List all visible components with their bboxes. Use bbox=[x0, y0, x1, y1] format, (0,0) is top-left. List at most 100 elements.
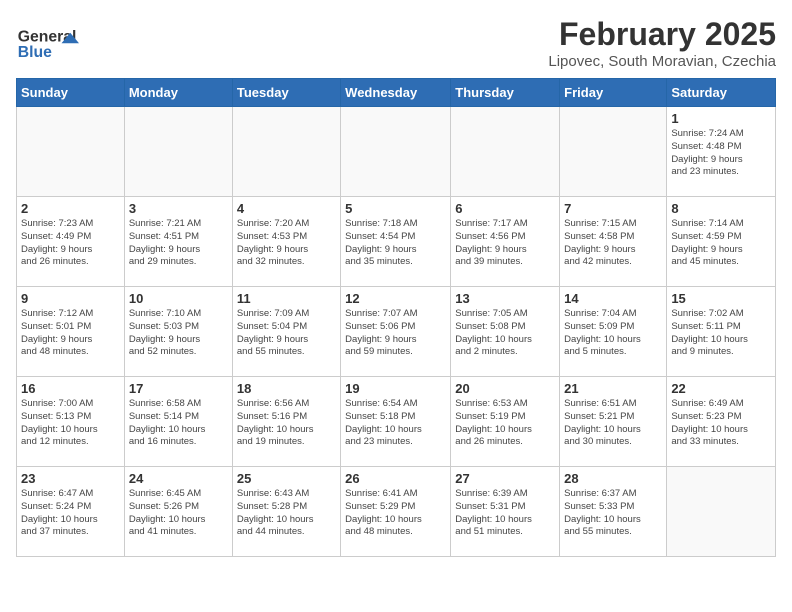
calendar-cell bbox=[341, 107, 451, 197]
day-info: Sunrise: 7:18 AM Sunset: 4:54 PM Dayligh… bbox=[345, 218, 446, 269]
calendar-cell: 14 Sunrise: 7:04 AM Sunset: 5:09 PM Dayli… bbox=[560, 287, 667, 377]
day-info: Sunrise: 6:51 AM Sunset: 5:21 PM Dayligh… bbox=[564, 398, 662, 449]
day-number: 5 bbox=[345, 201, 446, 216]
calendar-cell: 5 Sunrise: 7:18 AM Sunset: 4:54 PM Daylig… bbox=[341, 197, 451, 287]
day-number: 3 bbox=[129, 201, 228, 216]
calendar-cell: 7Sunrise: 7:15 AM Sunset: 4:58 PM Daylig… bbox=[560, 197, 667, 287]
title-block: February 2025 Lipovec, South Moravian, C… bbox=[548, 16, 776, 70]
weekday-header-tuesday: Tuesday bbox=[232, 79, 340, 107]
logo-svg: General Blue bbox=[16, 16, 86, 66]
day-number: 21 bbox=[564, 381, 662, 396]
calendar-cell bbox=[451, 107, 560, 197]
calendar-cell: 28 Sunrise: 6:37 AM Sunset: 5:33 PM Dayli… bbox=[560, 467, 667, 557]
day-number: 20 bbox=[455, 381, 555, 396]
day-info: Sunrise: 7:04 AM Sunset: 5:09 PM Dayligh… bbox=[564, 308, 662, 359]
calendar-cell: 25 Sunrise: 6:43 AM Sunset: 5:28 PM Dayli… bbox=[232, 467, 340, 557]
logo: General Blue bbox=[16, 16, 86, 66]
day-info: Sunrise: 6:37 AM Sunset: 5:33 PM Dayligh… bbox=[564, 488, 662, 539]
calendar-cell: 2 Sunrise: 7:23 AM Sunset: 4:49 PM Daylig… bbox=[17, 197, 125, 287]
day-info: Sunrise: 7:02 AM Sunset: 5:11 PM Dayligh… bbox=[671, 308, 771, 359]
day-info: Sunrise: 6:43 AM Sunset: 5:28 PM Dayligh… bbox=[237, 488, 336, 539]
calendar-week-row: 23 Sunrise: 6:47 AM Sunset: 5:24 PM Dayli… bbox=[17, 467, 776, 557]
calendar-cell bbox=[232, 107, 340, 197]
calendar-cell bbox=[17, 107, 125, 197]
day-number: 8 bbox=[671, 201, 771, 216]
day-info: Sunrise: 6:47 AM Sunset: 5:24 PM Dayligh… bbox=[21, 488, 120, 539]
calendar-cell: 3 Sunrise: 7:21 AM Sunset: 4:51 PM Daylig… bbox=[124, 197, 232, 287]
calendar-cell: 18 Sunrise: 6:56 AM Sunset: 5:16 PM Dayli… bbox=[232, 377, 340, 467]
calendar-title: February 2025 bbox=[548, 16, 776, 53]
calendar-cell bbox=[124, 107, 232, 197]
day-number: 4 bbox=[237, 201, 336, 216]
day-info: Sunrise: 7:12 AM Sunset: 5:01 PM Dayligh… bbox=[21, 308, 120, 359]
day-info: Sunrise: 7:10 AM Sunset: 5:03 PM Dayligh… bbox=[129, 308, 228, 359]
day-number: 6 bbox=[455, 201, 555, 216]
calendar-cell: 13 Sunrise: 7:05 AM Sunset: 5:08 PM Dayli… bbox=[451, 287, 560, 377]
day-number: 28 bbox=[564, 471, 662, 486]
day-info: Sunrise: 7:20 AM Sunset: 4:53 PM Dayligh… bbox=[237, 218, 336, 269]
calendar-table: SundayMondayTuesdayWednesdayThursdayFrid… bbox=[16, 78, 776, 557]
day-info: Sunrise: 7:05 AM Sunset: 5:08 PM Dayligh… bbox=[455, 308, 555, 359]
day-info: Sunrise: 7:09 AM Sunset: 5:04 PM Dayligh… bbox=[237, 308, 336, 359]
weekday-header-saturday: Saturday bbox=[667, 79, 776, 107]
day-number: 22 bbox=[671, 381, 771, 396]
calendar-cell: 24 Sunrise: 6:45 AM Sunset: 5:26 PM Dayli… bbox=[124, 467, 232, 557]
weekday-header-monday: Monday bbox=[124, 79, 232, 107]
day-number: 10 bbox=[129, 291, 228, 306]
calendar-cell: 21 Sunrise: 6:51 AM Sunset: 5:21 PM Dayli… bbox=[560, 377, 667, 467]
day-info: Sunrise: 6:49 AM Sunset: 5:23 PM Dayligh… bbox=[671, 398, 771, 449]
weekday-header-friday: Friday bbox=[560, 79, 667, 107]
calendar-cell: 17Sunrise: 6:58 AM Sunset: 5:14 PM Dayli… bbox=[124, 377, 232, 467]
day-number: 13 bbox=[455, 291, 555, 306]
calendar-cell: 1 Sunrise: 7:24 AM Sunset: 4:48 PM Daylig… bbox=[667, 107, 776, 197]
calendar-subtitle: Lipovec, South Moravian, Czechia bbox=[548, 53, 776, 70]
calendar-week-row: 16 Sunrise: 7:00 AM Sunset: 5:13 PM Dayli… bbox=[17, 377, 776, 467]
day-number: 16 bbox=[21, 381, 120, 396]
calendar-week-row: 2 Sunrise: 7:23 AM Sunset: 4:49 PM Daylig… bbox=[17, 197, 776, 287]
day-number: 18 bbox=[237, 381, 336, 396]
day-number: 9 bbox=[21, 291, 120, 306]
calendar-cell: 10 Sunrise: 7:10 AM Sunset: 5:03 PM Dayli… bbox=[124, 287, 232, 377]
day-info: Sunrise: 6:41 AM Sunset: 5:29 PM Dayligh… bbox=[345, 488, 446, 539]
calendar-cell: 4 Sunrise: 7:20 AM Sunset: 4:53 PM Daylig… bbox=[232, 197, 340, 287]
calendar-cell: 12 Sunrise: 7:07 AM Sunset: 5:06 PM Dayli… bbox=[341, 287, 451, 377]
day-number: 26 bbox=[345, 471, 446, 486]
day-number: 2 bbox=[21, 201, 120, 216]
calendar-cell bbox=[667, 467, 776, 557]
weekday-header-sunday: Sunday bbox=[17, 79, 125, 107]
calendar-cell: 19 Sunrise: 6:54 AM Sunset: 5:18 PM Dayli… bbox=[341, 377, 451, 467]
day-number: 12 bbox=[345, 291, 446, 306]
weekday-header-row: SundayMondayTuesdayWednesdayThursdayFrid… bbox=[17, 79, 776, 107]
day-number: 25 bbox=[237, 471, 336, 486]
day-info: Sunrise: 7:00 AM Sunset: 5:13 PM Dayligh… bbox=[21, 398, 120, 449]
day-number: 1 bbox=[671, 111, 771, 126]
calendar-cell: 6 Sunrise: 7:17 AM Sunset: 4:56 PM Daylig… bbox=[451, 197, 560, 287]
day-number: 17 bbox=[129, 381, 228, 396]
day-info: Sunrise: 6:54 AM Sunset: 5:18 PM Dayligh… bbox=[345, 398, 446, 449]
calendar-cell: 26 Sunrise: 6:41 AM Sunset: 5:29 PM Dayli… bbox=[341, 467, 451, 557]
calendar-cell bbox=[560, 107, 667, 197]
svg-text:Blue: Blue bbox=[18, 44, 52, 61]
calendar-cell: 9 Sunrise: 7:12 AM Sunset: 5:01 PM Daylig… bbox=[17, 287, 125, 377]
day-info: Sunrise: 6:45 AM Sunset: 5:26 PM Dayligh… bbox=[129, 488, 228, 539]
day-number: 15 bbox=[671, 291, 771, 306]
day-info: Sunrise: 7:14 AM Sunset: 4:59 PM Dayligh… bbox=[671, 218, 771, 269]
calendar-cell: 16 Sunrise: 7:00 AM Sunset: 5:13 PM Dayli… bbox=[17, 377, 125, 467]
weekday-header-wednesday: Wednesday bbox=[341, 79, 451, 107]
day-info: Sunrise: 7:24 AM Sunset: 4:48 PM Dayligh… bbox=[671, 128, 771, 179]
calendar-cell: 15 Sunrise: 7:02 AM Sunset: 5:11 PM Dayli… bbox=[667, 287, 776, 377]
day-number: 23 bbox=[21, 471, 120, 486]
day-number: 27 bbox=[455, 471, 555, 486]
day-info: Sunrise: 6:53 AM Sunset: 5:19 PM Dayligh… bbox=[455, 398, 555, 449]
day-number: 19 bbox=[345, 381, 446, 396]
calendar-week-row: 1 Sunrise: 7:24 AM Sunset: 4:48 PM Daylig… bbox=[17, 107, 776, 197]
day-number: 11 bbox=[237, 291, 336, 306]
day-number: 24 bbox=[129, 471, 228, 486]
day-info: Sunrise: 7:17 AM Sunset: 4:56 PM Dayligh… bbox=[455, 218, 555, 269]
day-number: 14 bbox=[564, 291, 662, 306]
page-header: General Blue February 2025 Lipovec, Sout… bbox=[16, 16, 776, 70]
day-info: Sunrise: 6:56 AM Sunset: 5:16 PM Dayligh… bbox=[237, 398, 336, 449]
day-info: Sunrise: 7:07 AM Sunset: 5:06 PM Dayligh… bbox=[345, 308, 446, 359]
day-info: Sunrise: 7:23 AM Sunset: 4:49 PM Dayligh… bbox=[21, 218, 120, 269]
day-info: Sunrise: 7:21 AM Sunset: 4:51 PM Dayligh… bbox=[129, 218, 228, 269]
